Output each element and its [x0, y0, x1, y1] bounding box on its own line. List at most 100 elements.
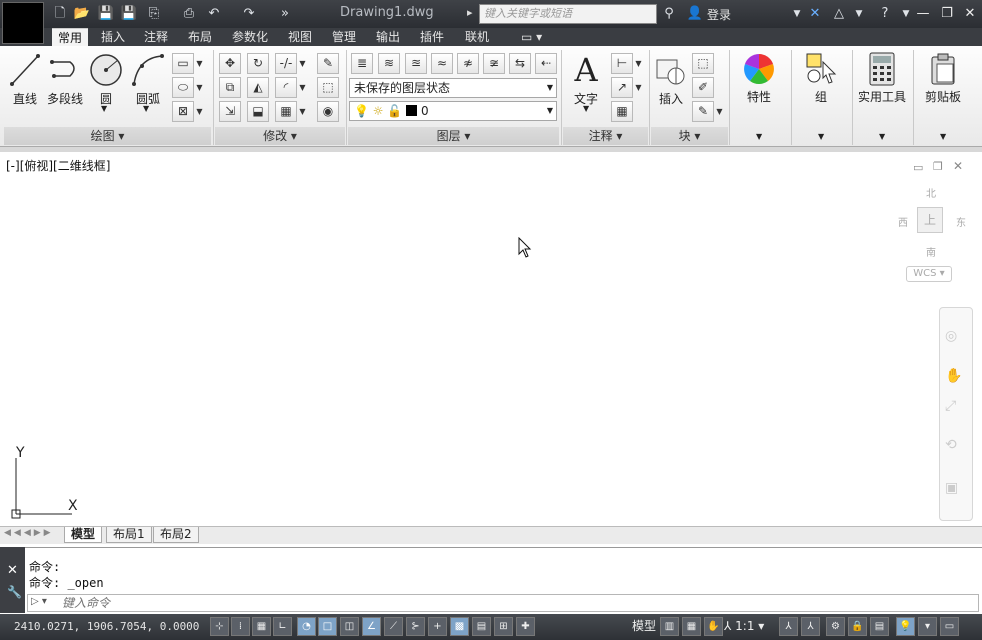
layer-off-icon[interactable]: ≈ [431, 53, 453, 74]
close-icon[interactable]: ✕ [960, 5, 980, 23]
binoculars-icon[interactable]: ⚲ [660, 5, 678, 23]
object-snap-tracking-icon[interactable]: ∠ [362, 617, 381, 636]
layer-state-combo[interactable]: 未保存的图层状态 ▼ [349, 78, 557, 98]
command-input[interactable] [27, 594, 979, 612]
selection-cycling-icon[interactable]: ⊞ [494, 617, 513, 636]
save-as-icon[interactable]: 💾 [120, 5, 138, 23]
viewport-close-icon[interactable]: ✕ [953, 159, 963, 173]
table-icon[interactable]: ▦ [611, 101, 633, 122]
chevron-down-icon[interactable]: ▼ [756, 132, 762, 141]
layer-isolate-icon[interactable]: ≊ [405, 53, 427, 74]
dynamic-input-icon[interactable]: ⊱ [406, 617, 425, 636]
tab-output[interactable]: 输出 [370, 28, 406, 46]
clean-screen-icon[interactable]: ▭ [940, 617, 959, 636]
zoom-icon[interactable]: ⤢ [945, 398, 956, 414]
chevron-down-icon[interactable]: ▼ [583, 104, 589, 113]
isolate-objects-icon[interactable]: 💡 [896, 617, 915, 636]
create-block-icon[interactable]: ⬚ [692, 53, 714, 74]
clipboard-tool-label[interactable]: 剪贴板 [918, 88, 968, 105]
steering-wheel-icon[interactable]: ◎ [945, 328, 957, 344]
scale-icon[interactable]: ⬓ [247, 101, 269, 122]
wcs-menu[interactable]: WCS ▾ [906, 266, 952, 282]
layer-freeze-icon[interactable]: ≉ [457, 53, 479, 74]
command-window-handle[interactable] [0, 547, 25, 613]
coordinate-readout[interactable]: 2410.0271, 1906.7054, 0.0000 [14, 620, 199, 633]
lightbulb-icon[interactable]: 💡 [354, 104, 369, 118]
layers-panel-label[interactable]: 图层 ▾ [348, 127, 559, 145]
circle-icon[interactable] [88, 52, 124, 88]
move-icon[interactable]: ✥ [219, 53, 241, 74]
tab-annotate[interactable]: 注释 [138, 28, 174, 46]
trim-icon[interactable]: -/- [275, 53, 297, 74]
chevron-down-icon[interactable]: ▼ [634, 53, 643, 74]
search-expand-icon[interactable]: ▸ [467, 6, 473, 19]
utilities-tool-label[interactable]: 实用工具 [855, 88, 909, 105]
tab-model[interactable]: 模型 [64, 527, 103, 543]
search-input[interactable] [479, 4, 657, 24]
quick-properties-icon[interactable]: ▤ [472, 617, 491, 636]
edit-block-icon[interactable]: ✐ [692, 77, 714, 98]
explode-icon[interactable]: ⬚ [317, 77, 339, 98]
block-panel-label[interactable]: 块 ▾ [651, 127, 728, 145]
insert-tool-label[interactable]: 插入 [653, 90, 689, 107]
viewcube-top-face[interactable]: 上 [917, 207, 943, 233]
layer-state-icon[interactable]: ≋ [378, 53, 400, 74]
layer-properties-icon[interactable]: ≣ [351, 53, 373, 74]
undo-icon[interactable]: ↶ [205, 5, 223, 23]
layer-match-icon[interactable]: ⇆ [509, 53, 531, 74]
draw-panel-label[interactable]: 绘图 ▾ [4, 127, 211, 145]
workspace-icon[interactable]: ⚙ [826, 617, 845, 636]
auto-scale-icon[interactable]: ⅄ [801, 617, 820, 636]
plot-icon[interactable]: ⎙ [180, 5, 198, 23]
chevron-down-icon[interactable]: ▼ [195, 101, 204, 122]
chevron-down-icon[interactable]: ▼ [940, 132, 946, 141]
clipboard-icon[interactable] [929, 52, 957, 86]
viewport-restore-icon[interactable]: ❐ [933, 160, 943, 173]
mirror-icon[interactable]: ◭ [247, 77, 269, 98]
status-menu-icon[interactable]: ▾ [918, 617, 937, 636]
layout-nav-arrows-icon[interactable]: ◀◀◀▶▶ [4, 528, 54, 538]
dimension-icon[interactable]: ⊢ [611, 53, 633, 74]
tab-plugins[interactable]: 插件 [414, 28, 450, 46]
stretch-icon[interactable]: ⇲ [219, 101, 241, 122]
ellipse-icon[interactable]: ⬭ [172, 77, 194, 98]
autodesk-icon[interactable]: △ [830, 5, 848, 23]
chevron-down-icon[interactable]: ▼ [818, 132, 824, 141]
dynamic-ucs-icon[interactable]: ⟋ [384, 617, 403, 636]
model-space-button[interactable]: 模型 [628, 617, 660, 636]
drawing-canvas[interactable] [0, 152, 982, 526]
rectangle-icon[interactable]: ▭ [172, 53, 194, 74]
pan-icon[interactable]: ✋ [704, 617, 723, 636]
layer-color-swatch[interactable] [406, 105, 418, 116]
group-icon[interactable] [805, 52, 839, 86]
polyline-tool-label[interactable]: 多段线 [44, 90, 86, 107]
fillet-icon[interactable]: ◜ [275, 77, 297, 98]
more-tools-icon[interactable]: » [276, 5, 294, 23]
annotation-monitor-icon[interactable]: ✚ [516, 617, 535, 636]
offset-icon[interactable]: ◉ [317, 101, 339, 122]
chevron-down-icon[interactable]: ▼ [850, 5, 868, 23]
viewport-controls-label[interactable]: [-][俯视][二维线框] [6, 157, 110, 174]
chevron-down-icon[interactable]: ▼ [298, 101, 307, 122]
tab-online[interactable]: 联机 [459, 28, 495, 46]
sun-icon[interactable]: ☼ [373, 104, 384, 118]
tab-home[interactable]: 常用 [52, 28, 89, 46]
tab-insert[interactable]: 插入 [95, 28, 131, 46]
layer-lock-icon[interactable]: ≆ [483, 53, 505, 74]
chevron-down-icon[interactable]: ▼ [101, 104, 107, 113]
minimize-icon[interactable]: — [913, 5, 933, 23]
chevron-down-icon[interactable]: ▼ [715, 101, 724, 122]
layer-combo[interactable]: 💡 ☼ 🔓 0 ▼ [349, 101, 557, 121]
lineweight-icon[interactable]: + [428, 617, 447, 636]
publish-icon[interactable]: ⎘ [145, 5, 163, 23]
quick-view-layouts-icon[interactable]: ▥ [660, 617, 679, 636]
annotation-visibility-icon[interactable]: ⅄ [779, 617, 798, 636]
chevron-down-icon[interactable]: ▼ [879, 132, 885, 141]
copy-icon[interactable]: ⧉ [219, 77, 241, 98]
close-icon[interactable]: ✕ [7, 563, 18, 578]
unlock-icon[interactable]: 🔓 [387, 104, 402, 118]
orbit-icon[interactable]: ⟲ [945, 437, 957, 453]
array-icon[interactable]: ▦ [275, 101, 297, 122]
tab-parametric[interactable]: 参数化 [226, 28, 274, 46]
showmotion-icon[interactable]: ▣ [945, 480, 958, 496]
